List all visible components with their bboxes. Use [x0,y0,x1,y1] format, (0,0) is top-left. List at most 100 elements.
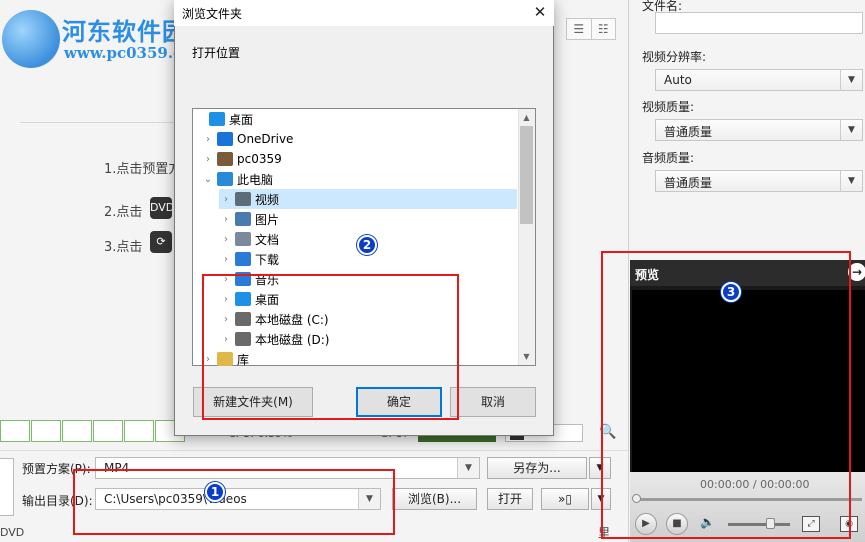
tree-item-label: 视频 [255,192,280,207]
tree-item-label: 文档 [255,232,280,247]
preset-select[interactable]: MP4 ▼ [95,457,480,479]
send-dropdown[interactable]: ▼ [591,488,611,510]
send-to-device-button[interactable]: »▯ [541,488,589,510]
tree-item[interactable]: 桌面 [193,109,517,129]
chevron-icon[interactable]: › [219,234,233,245]
chevron-icon[interactable]: › [201,154,215,165]
preset-value: MP4 [104,461,130,475]
output-dir-select[interactable]: C:\Users\pc0359\Videos ▼ [95,488,381,510]
search-icon[interactable]: 🔍 [598,424,618,444]
tree-item[interactable]: › 本地磁盘 (C:) [219,309,517,329]
chevron-icon[interactable]: › [219,314,233,325]
resolution-select[interactable]: Auto ▼ [655,69,863,91]
chevron-down-icon: ▼ [358,489,380,509]
play-icon[interactable]: ▶ [635,513,657,535]
dialog-title: 浏览文件夹 [182,7,243,21]
thumbnail-stub [0,458,14,516]
tree-item-label: 此电脑 [237,172,274,187]
chevron-icon[interactable]: › [219,214,233,225]
volume-handle[interactable] [766,518,775,529]
chevron-icon[interactable]: › [219,274,233,285]
chevron-icon[interactable]: › [219,334,233,345]
save-as-dropdown[interactable]: ▼ [589,457,611,479]
cancel-button[interactable]: 取消 [450,387,536,417]
scroll-up-icon[interactable]: ▲ [518,109,535,126]
divider [20,122,180,123]
seek-handle[interactable] [632,494,641,503]
audio-quality-value: 普通质量 [664,176,713,190]
annotation-badge-2: 2 [357,235,377,255]
convert-icon: ⟳ [150,231,172,253]
chevron-down-icon: ▼ [840,120,862,140]
tree-item-label: OneDrive [237,132,294,146]
preview-title: 预览 [635,268,660,282]
step-3-text: 3.点击 [104,240,143,255]
folder-icon [209,112,225,126]
stop-icon[interactable]: ■ [666,513,688,535]
audio-quality-select[interactable]: 普通质量 ▼ [655,170,863,192]
step-1-text: 1.点击预置方 [104,162,182,177]
scroll-thumb[interactable] [520,126,533,224]
seek-bar[interactable] [634,498,862,501]
tree-item[interactable]: › 视频 [219,189,517,209]
segment-cell [0,420,30,442]
tree-item[interactable]: › 音乐 [219,269,517,289]
arrow-right-icon[interactable]: → [848,263,865,281]
preset-label: 预置方案(P): [22,462,91,476]
volume-slider[interactable] [728,523,790,526]
tree-item-label: pc0359 [237,152,282,166]
chevron-icon[interactable]: › [219,194,233,205]
video-quality-select[interactable]: 普通质量 ▼ [655,119,863,141]
watermark-logo-icon [2,10,60,68]
step-2-text: 2.点击 [104,205,143,220]
segment-cell [93,420,123,442]
chevron-icon[interactable]: › [219,254,233,265]
filename-field[interactable] [655,12,863,34]
video-quality-label: 视频质量: [642,100,695,114]
chevron-icon[interactable]: ⌄ [201,174,215,185]
dvd-icon: DVD [150,197,174,219]
folder-icon [235,212,251,226]
chevron-icon[interactable]: › [201,354,215,365]
ok-button[interactable]: 确定 [356,387,442,417]
detail-view-icon[interactable]: ☷ [592,19,616,39]
tree-item[interactable]: › pc0359 [201,149,517,169]
tree-item[interactable]: › 图片 [219,209,517,229]
tree-item-label: 桌面 [255,292,280,307]
fit-screen-icon[interactable]: ⤢ [802,516,820,532]
corner-text: 里 [598,526,611,540]
tree-item[interactable]: › 库 [201,349,517,369]
open-button[interactable]: 打开 [487,488,533,510]
tree-item[interactable]: › 桌面 [219,289,517,309]
tree-item-label: 下载 [255,252,280,267]
new-folder-button[interactable]: 新建文件夹(M) [193,387,313,417]
tree-item[interactable]: › 本地磁盘 (D:) [219,329,517,349]
save-as-button[interactable]: 另存为... [487,457,587,479]
tree-item-label: 桌面 [229,112,254,127]
tree-item-label: 图片 [255,212,280,227]
chevron-icon[interactable]: › [201,134,215,145]
tree-item[interactable]: › OneDrive [201,129,517,149]
list-view-icon[interactable]: ☰ [567,19,592,39]
segment-cell [62,420,92,442]
camera-icon[interactable]: ◉ [840,516,858,532]
scroll-down-icon[interactable]: ▼ [518,348,535,365]
view-toggle: ☰ ☷ [566,18,616,40]
volume-icon[interactable]: 🔈 [700,515,715,529]
annotation-badge-1: 1 [205,482,225,502]
folder-icon [235,232,251,246]
chevron-down-icon: ▼ [840,70,862,90]
resolution-label: 视频分辨率: [642,50,707,64]
tree-item-label: 本地磁盘 (C:) [255,312,329,327]
tree-item[interactable]: ⌄ 此电脑 [201,169,517,189]
annotation-badge-3: 3 [721,282,741,302]
preview-video [632,290,865,472]
chevron-down-icon: ▼ [840,171,862,191]
watermark-name: 河东软件园 [62,17,187,46]
tree-item-label: 音乐 [255,272,280,287]
tree-item-label: 本地磁盘 (D:) [255,332,330,347]
browse-button[interactable]: 浏览(B)... [392,488,477,510]
chevron-icon[interactable]: › [219,294,233,305]
close-icon[interactable]: ✕ [528,1,552,23]
audio-quality-label: 音频质量: [642,151,695,165]
